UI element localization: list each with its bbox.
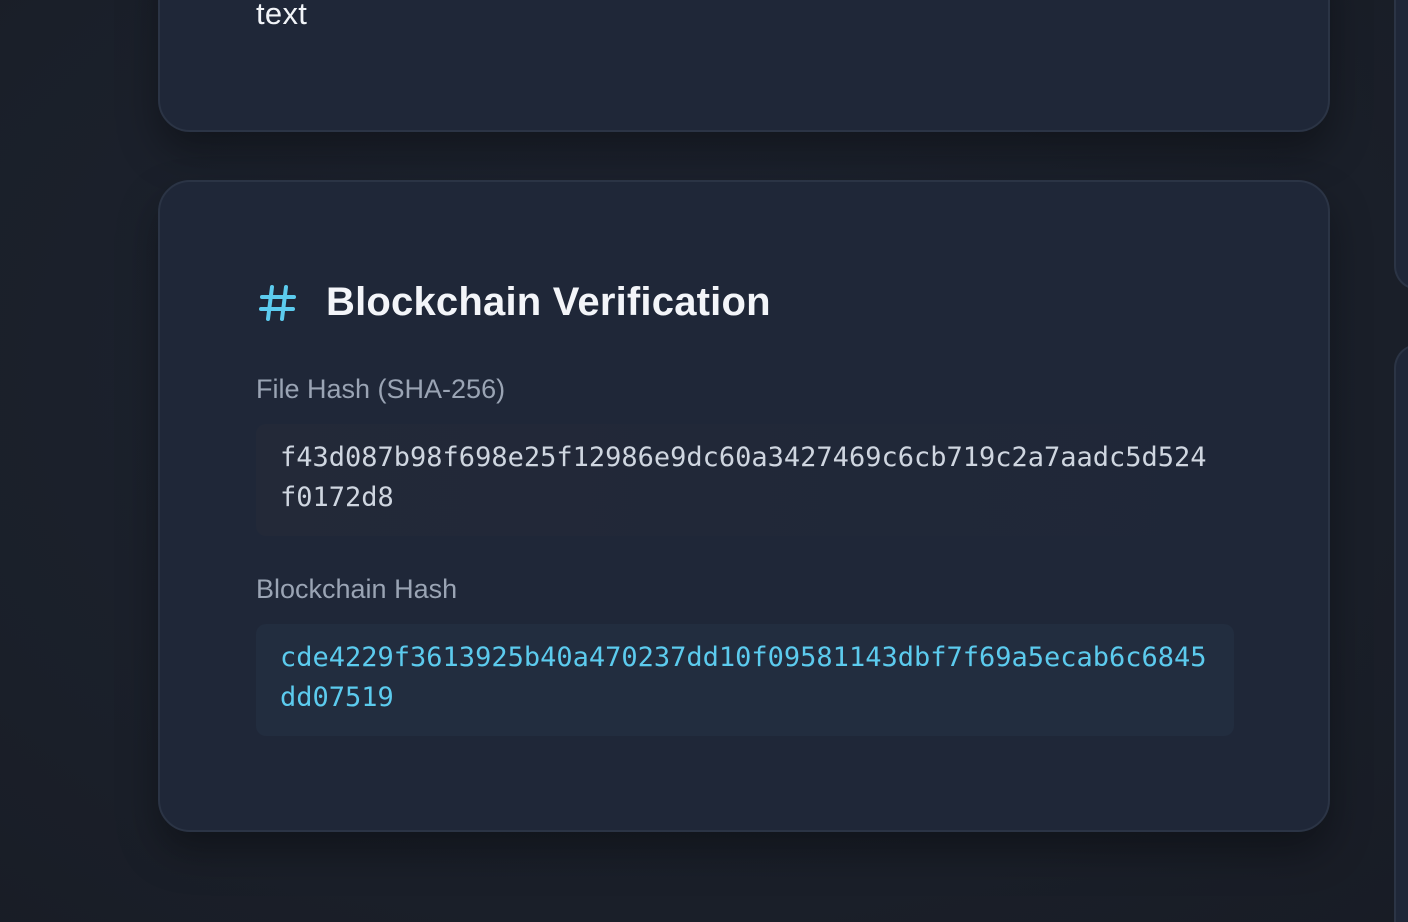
previous-card-text: text [256,0,308,31]
previous-card: text [158,0,1330,132]
file-hash-value[interactable]: f43d087b98f698e25f12986e9dc60a3427469c6c… [256,424,1234,536]
card-title: Blockchain Verification [326,280,771,324]
side-panel-bottom [1394,344,1408,922]
blockchain-hash-label: Blockchain Hash [256,574,458,604]
file-hash-label: File Hash (SHA-256) [256,374,506,404]
card-header: Blockchain Verification [256,280,771,325]
blockchain-hash-value[interactable]: cde4229f3613925b40a470237dd10f09581143db… [256,624,1234,736]
side-panel-top [1394,0,1408,290]
blockchain-verification-card: Blockchain Verification File Hash (SHA-2… [158,180,1330,832]
page: text Blockchain Verification File Hash (… [0,0,1408,922]
hash-icon [259,284,296,321]
